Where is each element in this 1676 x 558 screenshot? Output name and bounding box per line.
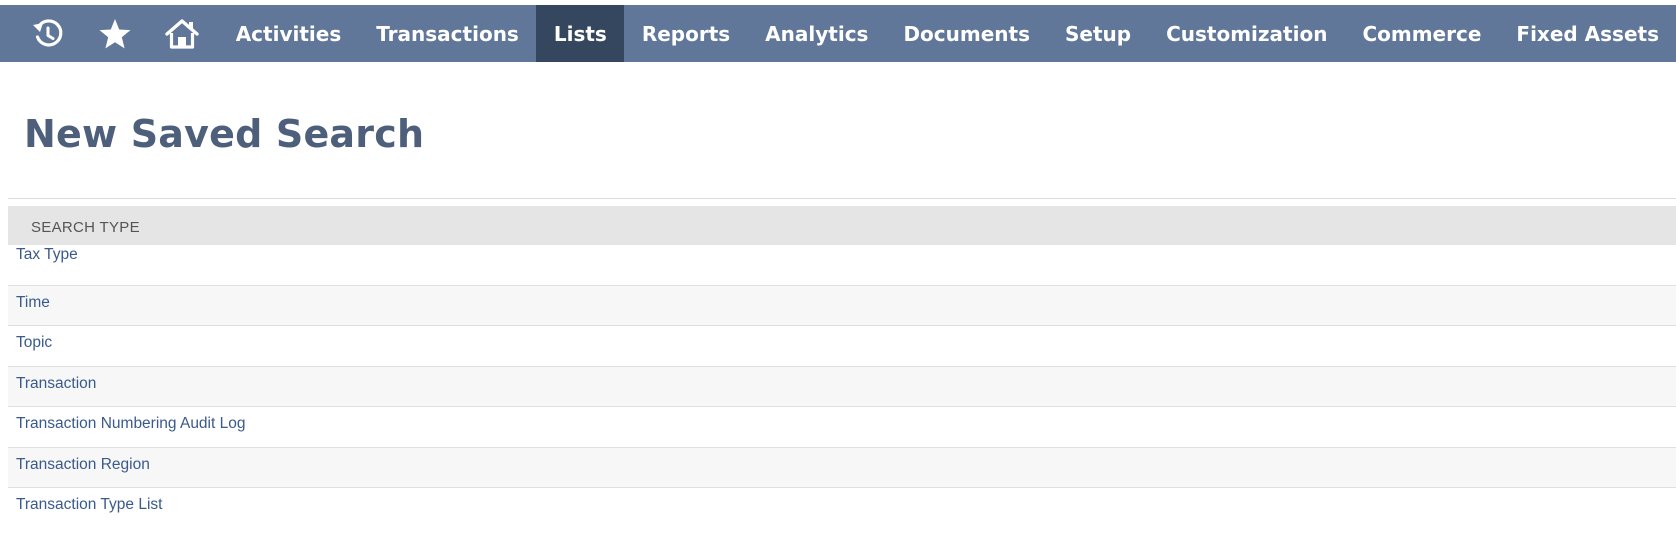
nav-item-analytics[interactable]: Analytics [747, 5, 885, 62]
list-item: Topic [8, 326, 1676, 367]
list-item: Transaction Numbering Audit Log [8, 407, 1676, 448]
nav-item-documents[interactable]: Documents [885, 5, 1047, 62]
main-navbar: Activities Transactions Lists Reports An… [0, 5, 1676, 62]
nav-item-transactions[interactable]: Transactions [358, 5, 536, 62]
nav-item-fixed-assets[interactable]: Fixed Assets [1498, 5, 1676, 62]
nav-item-reports[interactable]: Reports [624, 5, 747, 62]
search-type-link-transaction-numbering-audit-log[interactable]: Transaction Numbering Audit Log [16, 414, 245, 434]
list-item: Transaction Region [8, 447, 1676, 488]
search-type-link-topic[interactable]: Topic [16, 333, 52, 353]
nav-item-activities[interactable]: Activities [218, 5, 359, 62]
star-icon[interactable] [81, 5, 148, 62]
list-item: Time [8, 285, 1676, 326]
nav-item-commerce[interactable]: Commerce [1344, 5, 1498, 62]
nav-item-setup[interactable]: Setup [1047, 5, 1148, 62]
search-type-list: Tax Type Time Topic Transaction Transact… [8, 245, 1676, 529]
search-type-link-transaction-region[interactable]: Transaction Region [16, 455, 150, 475]
nav-item-lists[interactable]: Lists [535, 5, 624, 62]
search-type-link-tax-type[interactable]: Tax Type [16, 245, 78, 265]
search-type-header: SEARCH TYPE [8, 206, 1676, 245]
nav-item-customization[interactable]: Customization [1148, 5, 1344, 62]
title-divider [8, 198, 1676, 199]
search-type-link-time[interactable]: Time [16, 293, 50, 313]
search-type-link-transaction-type-list[interactable]: Transaction Type List [16, 495, 162, 515]
page-title: New Saved Search [24, 112, 425, 156]
list-item: Tax Type [8, 245, 1676, 286]
home-icon[interactable] [148, 5, 215, 62]
recent-history-icon[interactable] [14, 5, 81, 62]
search-type-link-transaction[interactable]: Transaction [16, 374, 96, 394]
list-item: Transaction [8, 366, 1676, 407]
list-item: Transaction Type List [8, 488, 1676, 529]
